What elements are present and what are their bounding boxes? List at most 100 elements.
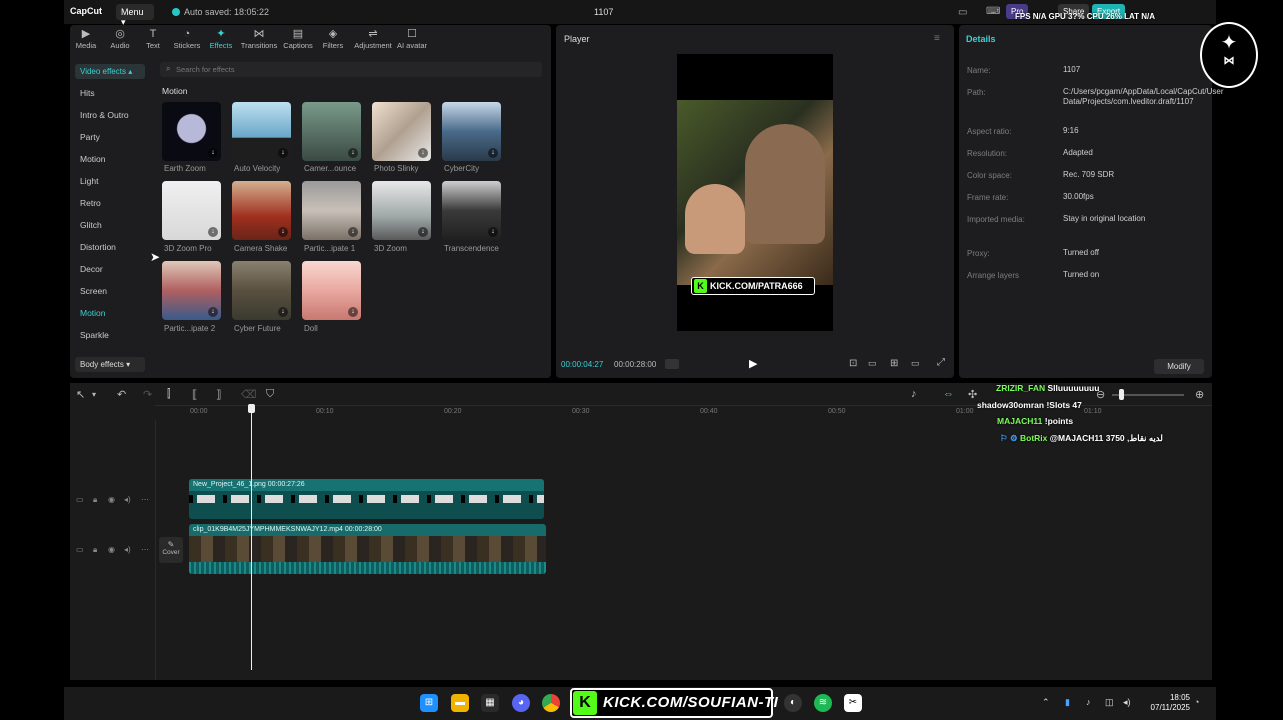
volume-icon[interactable]: ◂) bbox=[1123, 697, 1131, 708]
effect-photo-slinky[interactable]: ↓ bbox=[372, 102, 431, 161]
more-icon[interactable]: ⋯ bbox=[141, 495, 149, 504]
chevron-up-icon[interactable]: ⌃ bbox=[1042, 697, 1050, 708]
video-clip[interactable]: clip_01K9B4M25JYMPHMMEKSNWAJY12.mp4 00:0… bbox=[189, 524, 546, 574]
file-explorer-icon[interactable]: ▬ bbox=[451, 694, 469, 712]
zoom-fit-icon[interactable]: ⊞ bbox=[890, 358, 898, 369]
lock-icon[interactable]: 🔒︎ bbox=[93, 545, 97, 555]
download-icon[interactable]: ↓ bbox=[418, 227, 428, 237]
player-menu-icon[interactable]: ≡ bbox=[934, 33, 940, 44]
category-motion[interactable]: Motion bbox=[80, 154, 106, 164]
download-icon[interactable]: ↓ bbox=[348, 227, 358, 237]
split-left-icon[interactable]: ⟦ bbox=[192, 388, 197, 401]
effect-3d-zoom[interactable]: ↓ bbox=[372, 181, 431, 240]
modify-button[interactable]: Modify bbox=[1154, 359, 1204, 374]
playhead-handle[interactable] bbox=[248, 404, 255, 413]
capcut-icon[interactable]: ✂ bbox=[844, 694, 862, 712]
category-retro[interactable]: Retro bbox=[80, 198, 101, 208]
more-icon[interactable]: ⋯ bbox=[141, 545, 149, 554]
mic-tray-icon[interactable]: ♪ bbox=[1086, 697, 1091, 707]
tab-filters[interactable]: ◈ Filters bbox=[314, 28, 352, 50]
download-icon[interactable]: ↓ bbox=[418, 148, 428, 158]
zoom-slider-handle[interactable] bbox=[1119, 389, 1124, 400]
chevron-down-icon[interactable]: ▾ bbox=[92, 390, 96, 399]
video-preview[interactable]: K KICK.COM/PATRA666 bbox=[677, 54, 833, 331]
shortcut-icon[interactable]: ⌨ bbox=[986, 6, 1000, 17]
effect-camera-shake[interactable]: ↓ bbox=[232, 181, 291, 240]
usb-icon[interactable]: ▮ bbox=[1065, 697, 1070, 708]
store-icon[interactable]: ▦ bbox=[481, 694, 499, 712]
download-icon[interactable]: ↓ bbox=[348, 148, 358, 158]
category-party[interactable]: Party bbox=[80, 132, 100, 142]
effect-transcendence[interactable]: ↓ bbox=[442, 181, 501, 240]
ratio-icon[interactable]: ▭ bbox=[911, 358, 920, 369]
category-motion-selected[interactable]: Motion bbox=[80, 308, 106, 318]
download-icon[interactable]: ↓ bbox=[278, 148, 288, 158]
download-icon[interactable]: ↓ bbox=[488, 148, 498, 158]
effect-participate-1[interactable]: ↓ bbox=[302, 181, 361, 240]
tab-media[interactable]: ▶ Media bbox=[67, 28, 105, 50]
cover-button[interactable]: ✎ Cover bbox=[159, 537, 183, 563]
visibility-icon[interactable]: ◉ bbox=[108, 545, 115, 554]
category-intro-outro[interactable]: Intro & Outro bbox=[80, 110, 129, 120]
category-distortion[interactable]: Distortion bbox=[80, 242, 116, 252]
select-tool-icon[interactable]: ↖ bbox=[76, 388, 85, 401]
effects-search-input[interactable]: Search for effects bbox=[160, 62, 542, 77]
download-icon[interactable]: ↓ bbox=[278, 227, 288, 237]
tab-captions[interactable]: ▤ Captions bbox=[279, 28, 317, 50]
layout-icon[interactable]: ▭ bbox=[958, 7, 967, 18]
category-screen[interactable]: Screen bbox=[80, 286, 107, 296]
effect-auto-velocity[interactable]: ↓ bbox=[232, 102, 291, 161]
menu-button[interactable]: Menu ▾ bbox=[116, 4, 154, 27]
effect-camera-bounce[interactable]: ↓ bbox=[302, 102, 361, 161]
microphone-icon[interactable]: ♪ bbox=[911, 388, 917, 400]
timecode-toggle-icon[interactable] bbox=[665, 359, 679, 369]
category-sparkle[interactable]: Sparkle bbox=[80, 330, 109, 340]
split-icon[interactable]: ⫿ bbox=[167, 388, 171, 401]
discord-icon[interactable]: ◕ bbox=[512, 694, 530, 712]
network-icon[interactable]: ◫ bbox=[1105, 697, 1114, 708]
spotify-icon[interactable]: ≋ bbox=[814, 694, 832, 712]
quality-icon[interactable]: ▭ bbox=[868, 358, 877, 369]
download-icon[interactable]: ↓ bbox=[208, 307, 218, 317]
notification-icon[interactable]: ◔ bbox=[1194, 697, 1199, 707]
shield-icon[interactable]: ⛉ bbox=[266, 388, 274, 401]
snap-icon[interactable]: ✣ bbox=[968, 388, 977, 401]
tab-ai-avatar[interactable]: ☐ AI avatar bbox=[393, 28, 431, 50]
undo-icon[interactable]: ↶ bbox=[117, 388, 126, 401]
lock-icon[interactable]: 🔒︎ bbox=[93, 495, 97, 505]
body-effects-dropdown[interactable]: Body effects ▾ bbox=[75, 357, 145, 372]
tab-adjustment[interactable]: ⇌ Adjustment bbox=[351, 28, 395, 50]
download-icon[interactable]: ↓ bbox=[488, 227, 498, 237]
zoom-in-icon[interactable]: ⊕ bbox=[1195, 388, 1204, 401]
image-clip[interactable]: New_Project_46_1.png 00:00:27:26 bbox=[189, 479, 544, 519]
tab-text[interactable]: T Text bbox=[134, 28, 172, 50]
effect-participate-2[interactable]: ↓ bbox=[162, 261, 221, 320]
category-glitch[interactable]: Glitch bbox=[80, 220, 102, 230]
audio-icon[interactable]: ◂) bbox=[124, 495, 131, 504]
effect-cybercity[interactable]: ↓ bbox=[442, 102, 501, 161]
effect-cyber-future[interactable]: ↓ bbox=[232, 261, 291, 320]
download-icon[interactable]: ↓ bbox=[208, 227, 218, 237]
tab-transitions[interactable]: ⋈ Transitions bbox=[240, 28, 278, 50]
tab-stickers[interactable]: ◔ Stickers bbox=[168, 28, 206, 50]
fullscreen-icon[interactable]: ⤢ bbox=[937, 357, 945, 368]
download-icon[interactable]: ↓ bbox=[208, 148, 218, 158]
chrome-icon[interactable] bbox=[542, 694, 560, 712]
effect-earth-zoom[interactable]: ↓ bbox=[162, 102, 221, 161]
snapshot-icon[interactable]: ⊡ bbox=[849, 358, 857, 369]
link-icon[interactable]: ⇔ bbox=[943, 388, 954, 400]
obs-icon[interactable]: ◐ bbox=[784, 694, 802, 712]
category-light[interactable]: Light bbox=[80, 176, 98, 186]
windows-start-icon[interactable]: ⊞ bbox=[420, 694, 438, 712]
playhead[interactable] bbox=[251, 405, 252, 670]
clock[interactable]: 18:05 07/11/2025 bbox=[1140, 693, 1190, 713]
split-right-icon[interactable]: ⟧ bbox=[216, 388, 221, 401]
video-effects-dropdown[interactable]: Video effects ▴ bbox=[75, 64, 145, 79]
category-decor[interactable]: Decor bbox=[80, 264, 103, 274]
tab-effects[interactable]: ✦ Effects bbox=[202, 28, 240, 50]
download-icon[interactable]: ↓ bbox=[348, 307, 358, 317]
effect-3d-zoom-pro[interactable]: ↓ bbox=[162, 181, 221, 240]
audio-icon[interactable]: ◂) bbox=[124, 545, 131, 554]
redo-icon[interactable]: ↷ bbox=[143, 388, 152, 401]
play-icon[interactable]: ▶ bbox=[749, 357, 757, 370]
